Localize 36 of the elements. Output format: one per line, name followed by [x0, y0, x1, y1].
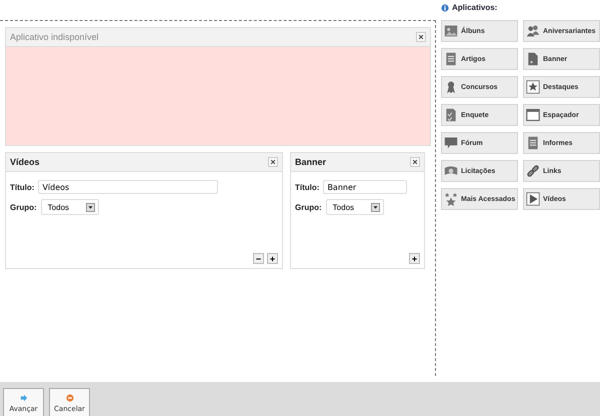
widget-title: Banner	[295, 157, 326, 167]
title-field[interactable]: Vídeos	[38, 180, 218, 194]
widget-title: Vídeos	[10, 157, 40, 167]
link-icon	[526, 164, 540, 178]
checklist-icon	[444, 108, 458, 122]
medal-icon	[444, 80, 458, 94]
widget-button[interactable]: −	[253, 253, 264, 264]
group-dropdown[interactable]: Todos	[40, 199, 99, 215]
widget-button[interactable]: +	[409, 253, 420, 264]
close-button[interactable]: ×	[416, 32, 426, 42]
close-button[interactable]: ×	[410, 157, 420, 167]
arrow-icon	[20, 394, 28, 402]
widget-button[interactable]: +	[267, 253, 278, 264]
image-icon	[444, 24, 458, 38]
play-icon	[526, 192, 540, 206]
window-icon	[526, 108, 540, 122]
minus-circle-icon	[66, 394, 74, 402]
star-icon	[526, 80, 540, 94]
document-icon	[444, 52, 458, 66]
title-field[interactable]: Banner	[323, 180, 408, 194]
file-icon	[526, 52, 540, 66]
field-label: Título:	[295, 182, 320, 192]
field-label: Grupo:	[295, 202, 322, 212]
field-label: Título:	[10, 182, 34, 192]
panel-title: Aplicativo indisponível	[10, 32, 99, 42]
info-icon	[441, 4, 449, 12]
group-dropdown[interactable]: Todos	[326, 199, 384, 215]
close-button[interactable]: ×	[268, 157, 278, 167]
speech-bubble-icon	[444, 136, 458, 150]
people-icon	[526, 24, 540, 38]
document-icon	[526, 136, 540, 150]
stars-icon	[444, 192, 458, 206]
apps-heading: Aplicativos:	[452, 3, 498, 12]
dropdown-arrow-icon	[86, 202, 95, 212]
dropdown-arrow-icon	[370, 202, 380, 212]
field-label: Grupo:	[10, 202, 37, 212]
